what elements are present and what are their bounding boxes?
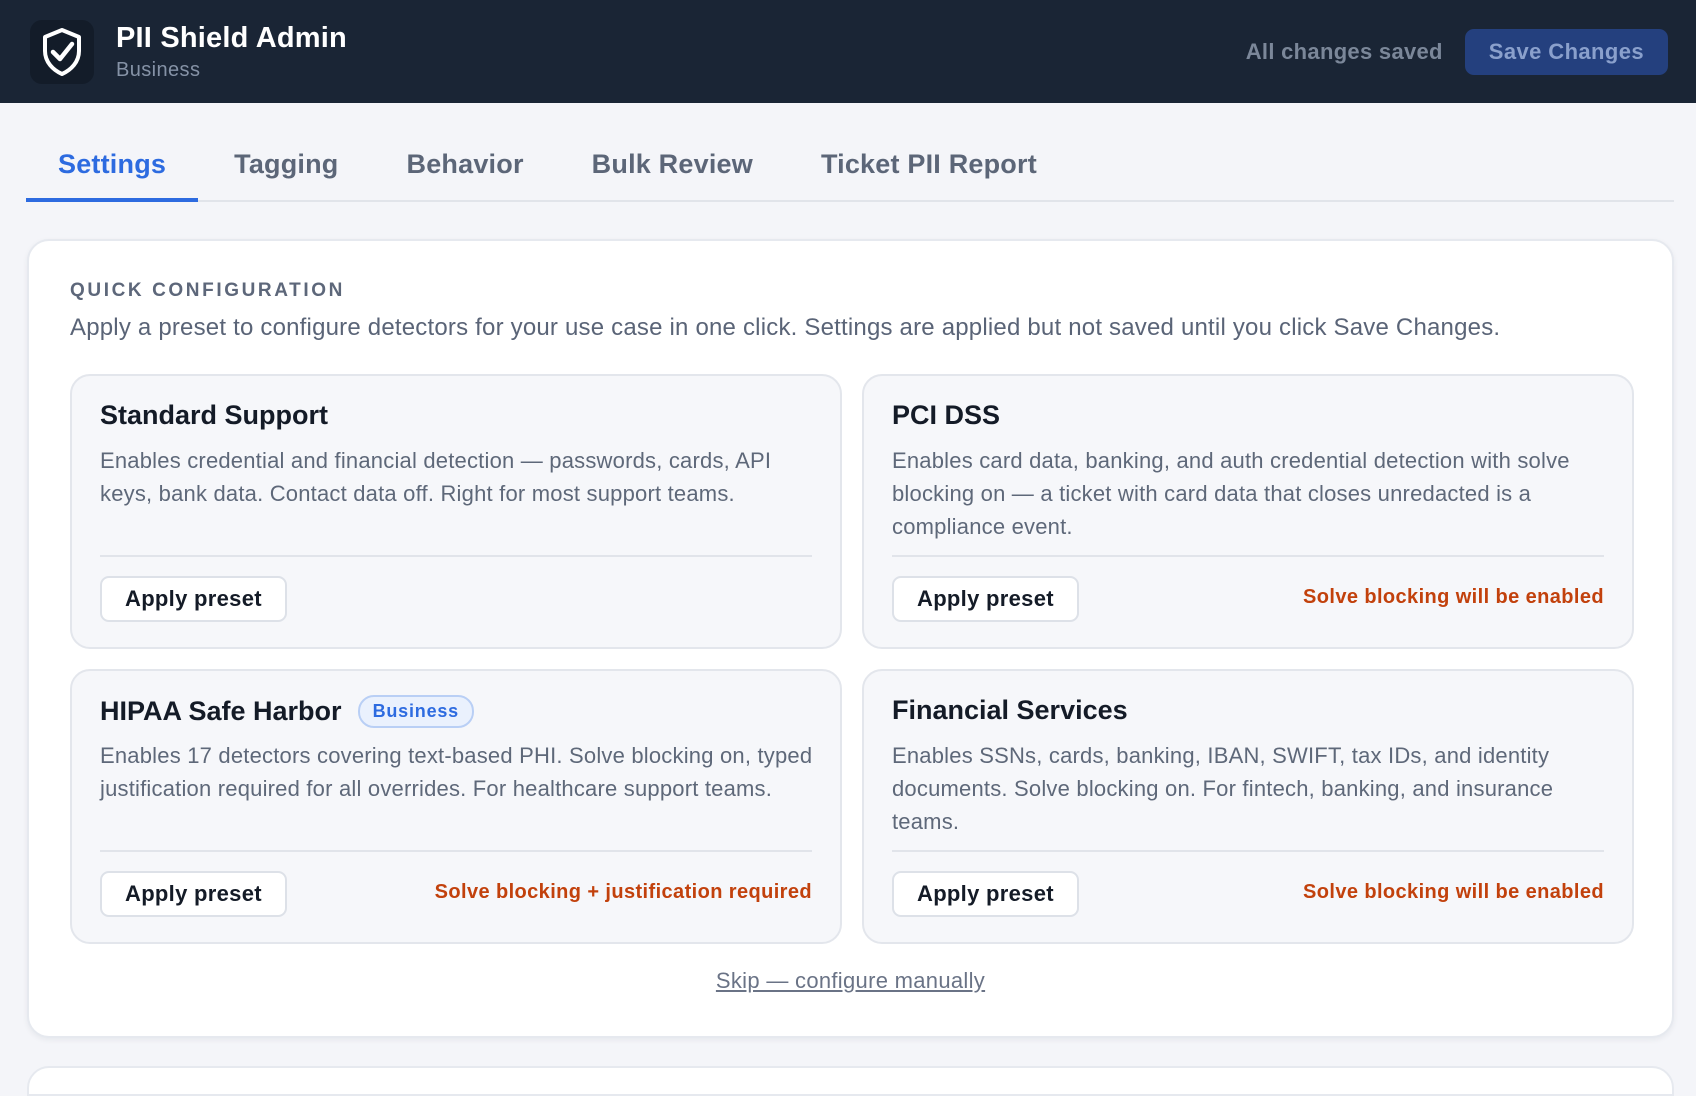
- tab-tagging[interactable]: Tagging: [202, 135, 370, 200]
- preset-description: Enables card data, banking, and auth cre…: [892, 448, 1570, 539]
- preset-description: Enables credential and financial detecti…: [100, 448, 772, 506]
- save-status: All changes saved: [1245, 38, 1443, 64]
- apply-preset-button[interactable]: Apply preset: [892, 576, 1079, 622]
- preset-card-hipaa-safe-harbor: HIPAA Safe Harbor Business Enables 17 de…: [70, 669, 842, 944]
- preset-title: Financial Services: [892, 695, 1128, 725]
- preset-card-pci-dss: PCI DSS Enables card data, banking, and …: [862, 374, 1634, 649]
- plan-badge: Business: [357, 695, 474, 728]
- tab-settings[interactable]: Settings: [26, 137, 199, 202]
- preset-warning: Solve blocking + justification required: [434, 881, 812, 903]
- brand: PII Shield Admin Business: [30, 19, 347, 84]
- preset-description: Enables 17 detectors covering text-based…: [100, 743, 813, 801]
- tab-bar: Settings Tagging Behavior Bulk Review Ti…: [26, 137, 1674, 202]
- apply-preset-button[interactable]: Apply preset: [100, 576, 287, 622]
- divider: [892, 555, 1604, 557]
- next-section-panel: [27, 1066, 1674, 1096]
- preset-title: Standard Support: [100, 400, 328, 430]
- divider: [100, 555, 812, 557]
- preset-warning: Solve blocking will be enabled: [1303, 586, 1604, 608]
- plan-label: Business: [116, 58, 201, 81]
- tab-ticket-pii-report[interactable]: Ticket PII Report: [789, 135, 1069, 200]
- preset-warning: Solve blocking will be enabled: [1303, 881, 1604, 903]
- apply-preset-button[interactable]: Apply preset: [892, 871, 1079, 917]
- preset-card-financial-services: Financial Services Enables SSNs, cards, …: [862, 669, 1634, 944]
- preset-card-standard-support: Standard Support Enables credential and …: [70, 374, 842, 649]
- tab-bulk-review[interactable]: Bulk Review: [560, 135, 785, 200]
- skip-configure-manually-link[interactable]: Skip — configure manually: [29, 968, 1672, 994]
- divider: [892, 850, 1604, 852]
- preset-description: Enables SSNs, cards, banking, IBAN, SWIF…: [892, 743, 1554, 834]
- top-bar: PII Shield Admin Business All changes sa…: [0, 0, 1696, 103]
- preset-title: HIPAA Safe Harbor: [100, 696, 342, 726]
- shield-check-icon: [30, 19, 94, 84]
- apply-preset-button[interactable]: Apply preset: [100, 871, 287, 917]
- section-heading: QUICK CONFIGURATION: [70, 280, 345, 301]
- section-description: Apply a preset to configure detectors fo…: [70, 314, 1501, 341]
- app-title: PII Shield Admin: [116, 21, 347, 54]
- save-changes-button[interactable]: Save Changes: [1464, 28, 1668, 75]
- tab-behavior[interactable]: Behavior: [375, 135, 556, 200]
- quick-configuration-panel: QUICK CONFIGURATION Apply a preset to co…: [27, 239, 1674, 1038]
- preset-title: PCI DSS: [892, 400, 1001, 430]
- divider: [100, 850, 812, 852]
